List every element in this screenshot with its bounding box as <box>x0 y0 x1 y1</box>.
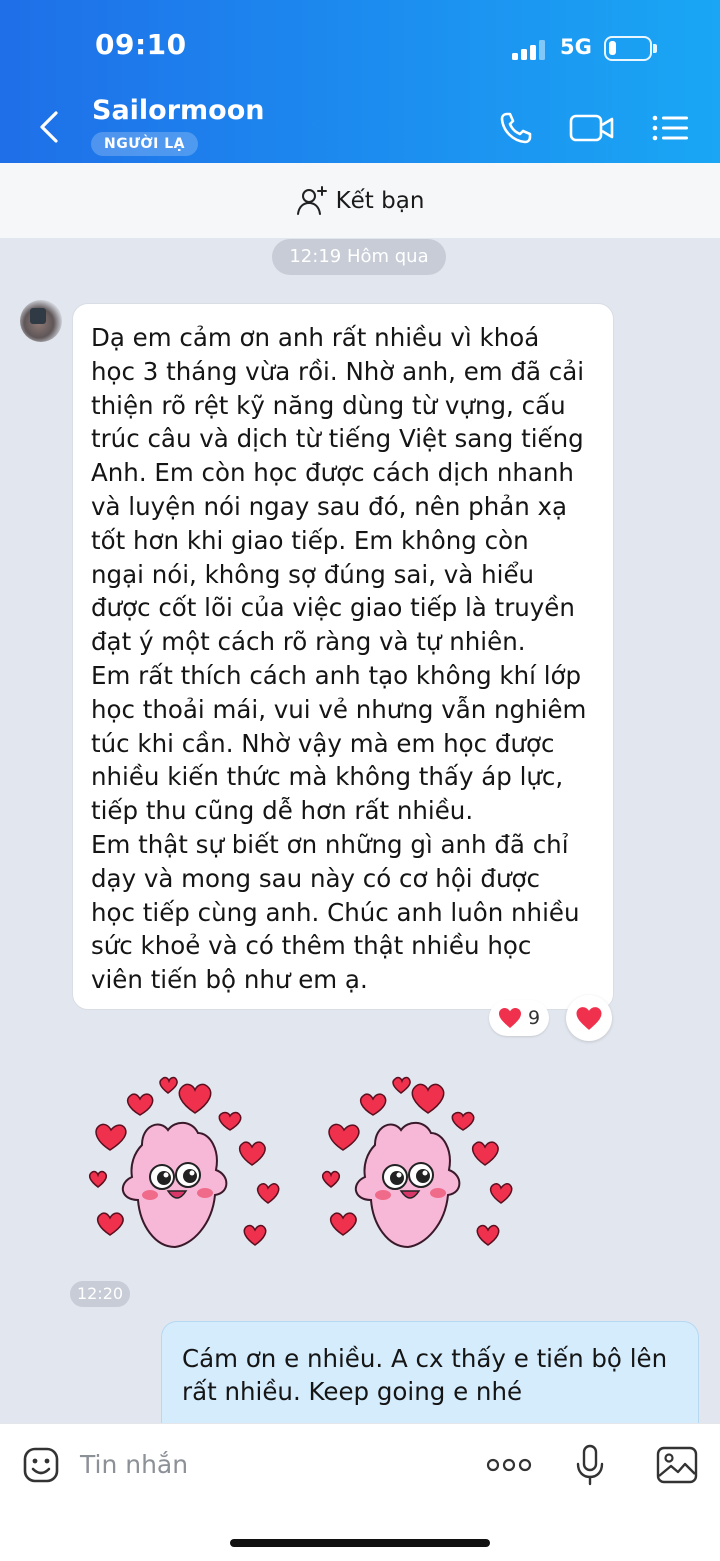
phone-icon <box>500 112 532 144</box>
time-separator: 12:19 Hôm qua <box>272 239 446 275</box>
stranger-badge: NGƯỜI LẠ <box>91 132 198 156</box>
message-input[interactable]: Tin nhắn <box>80 1443 460 1487</box>
mic-icon <box>576 1444 604 1486</box>
sticker-icon <box>23 1447 59 1483</box>
avatar[interactable] <box>20 300 62 342</box>
reaction-summary[interactable]: 9 <box>489 1000 549 1036</box>
heart-icon <box>498 1008 521 1028</box>
back-icon <box>40 111 58 143</box>
incoming-message-bubble[interactable]: Dạ em cảm ơn anh rất nhiều vì khoá học 3… <box>72 303 614 1010</box>
heart-icon <box>576 1006 602 1030</box>
incoming-message-text: Dạ em cảm ơn anh rất nhiều vì khoá học 3… <box>91 323 587 995</box>
love-sticker-1[interactable] <box>80 1075 290 1275</box>
sticker-button[interactable] <box>20 1444 62 1486</box>
call-button[interactable] <box>494 106 538 150</box>
contact-name[interactable]: Sailormoon <box>92 95 265 126</box>
add-friend-icon <box>296 185 327 215</box>
signal-icon <box>512 40 548 60</box>
reaction-count: 9 <box>527 1007 541 1029</box>
video-call-button[interactable] <box>568 106 616 150</box>
outgoing-message-text: Cám ơn e nhiều. A cx thấy e tiến bộ lên … <box>182 1344 668 1406</box>
more-button[interactable] <box>484 1448 534 1482</box>
add-friend-button[interactable]: Kết bạn <box>0 163 720 238</box>
love-sticker-2[interactable] <box>313 1075 523 1275</box>
video-icon <box>569 114 614 142</box>
chat-header: 09:10 5G Sailormoon NGƯỜI LẠ <box>0 0 720 163</box>
image-button[interactable] <box>654 1442 700 1488</box>
status-time: 09:10 <box>95 28 187 61</box>
voice-button[interactable] <box>570 1442 610 1488</box>
menu-icon <box>652 115 688 141</box>
back-button[interactable] <box>30 106 68 148</box>
menu-button[interactable] <box>648 106 692 150</box>
more-icon <box>486 1458 532 1472</box>
image-icon <box>656 1446 698 1484</box>
sticker-time: 12:20 <box>70 1281 130 1307</box>
network-type: 5G <box>560 35 592 59</box>
add-friend-label: Kết bạn <box>335 187 425 214</box>
react-button[interactable] <box>566 995 612 1041</box>
battery-icon <box>604 36 657 61</box>
home-indicator <box>230 1539 490 1547</box>
